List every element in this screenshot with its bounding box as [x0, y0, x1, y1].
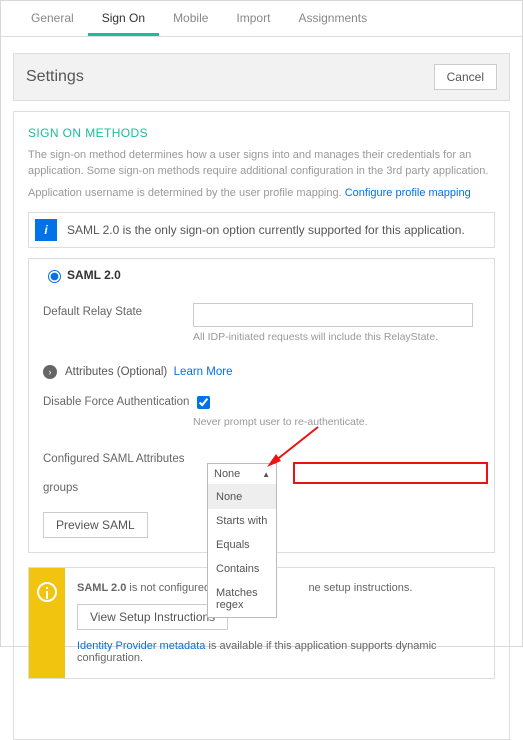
sign-on-methods-description: The sign-on method determines how a user… — [28, 148, 495, 180]
preview-saml-button[interactable]: Preview SAML — [43, 512, 148, 538]
tab-bar: General Sign On Mobile Import Assignment… — [1, 1, 522, 37]
warning-text: SAML 2.0 is not configured untne setup i… — [77, 582, 482, 594]
disable-auth-row: Disable Force Authentication Never promp… — [43, 393, 480, 428]
settings-header: Settings Cancel — [13, 53, 510, 101]
disable-auth-label: Disable Force Authentication — [43, 393, 193, 408]
info-banner: i SAML 2.0 is the only sign-on option cu… — [28, 212, 495, 248]
dropdown-option-starts-with[interactable]: Starts with — [208, 509, 276, 533]
warning-stripe — [29, 568, 65, 678]
view-setup-instructions-button[interactable]: View Setup Instructions — [77, 604, 228, 630]
cancel-button[interactable]: Cancel — [434, 64, 497, 90]
tab-mobile[interactable]: Mobile — [159, 1, 222, 36]
settings-panel: SIGN ON METHODS The sign-on method deter… — [13, 111, 510, 740]
relay-state-label: Default Relay State — [43, 303, 193, 318]
relay-state-input[interactable] — [193, 303, 473, 327]
tab-general[interactable]: General — [17, 1, 88, 36]
disable-auth-checkbox[interactable] — [197, 396, 210, 409]
learn-more-link[interactable]: Learn More — [174, 366, 233, 378]
tab-signon[interactable]: Sign On — [88, 1, 159, 36]
chevron-up-icon: ▲ — [262, 470, 270, 479]
sign-on-methods-heading: SIGN ON METHODS — [28, 126, 495, 140]
dropdown-selected[interactable]: None ▲ — [208, 464, 276, 485]
relay-state-row: Default Relay State All IDP-initiated re… — [43, 303, 480, 343]
tab-import[interactable]: Import — [222, 1, 284, 36]
dropdown-option-equals[interactable]: Equals — [208, 533, 276, 557]
metadata-text: Identity Provider metadata is available … — [77, 640, 482, 664]
info-icon: i — [35, 219, 57, 241]
disable-auth-hint: Never prompt user to re-authenticate. — [193, 416, 480, 428]
warning-text-suffix: ne setup instructions. — [308, 582, 412, 594]
dropdown-option-none[interactable]: None — [208, 485, 276, 509]
configure-profile-mapping-link[interactable]: Configure profile mapping — [345, 187, 471, 199]
settings-title: Settings — [26, 68, 84, 86]
attributes-label: Attributes (Optional) — [65, 366, 167, 378]
idp-metadata-link[interactable]: Identity Provider metadata — [77, 640, 205, 652]
info-banner-text: SAML 2.0 is the only sign-on option curr… — [67, 223, 465, 237]
groups-filter-dropdown[interactable]: None ▲ None Starts with Equals Contains … — [207, 463, 277, 618]
dropdown-option-matches-regex[interactable]: Matches regex — [208, 581, 276, 617]
dropdown-option-contains[interactable]: Contains — [208, 557, 276, 581]
saml-radio-row[interactable]: SAML 2.0 — [43, 267, 480, 289]
profile-mapping-prefix: Application username is determined by th… — [28, 187, 345, 199]
relay-state-hint: All IDP-initiated requests will include … — [193, 331, 480, 343]
configured-attrs-label: Configured SAML Attributes — [43, 450, 193, 465]
warning-icon — [37, 582, 57, 602]
saml-radio-label: SAML 2.0 — [67, 268, 121, 282]
saml-radio[interactable] — [48, 270, 61, 283]
chevron-right-icon: › — [43, 365, 57, 379]
attributes-row[interactable]: › Attributes (Optional) Learn More — [43, 365, 480, 379]
dropdown-selected-text: None — [214, 468, 240, 480]
warning-text-bold: SAML 2.0 — [77, 582, 126, 594]
tab-assignments[interactable]: Assignments — [284, 1, 381, 36]
groups-label: groups — [43, 479, 193, 494]
profile-mapping-text: Application username is determined by th… — [28, 186, 495, 202]
